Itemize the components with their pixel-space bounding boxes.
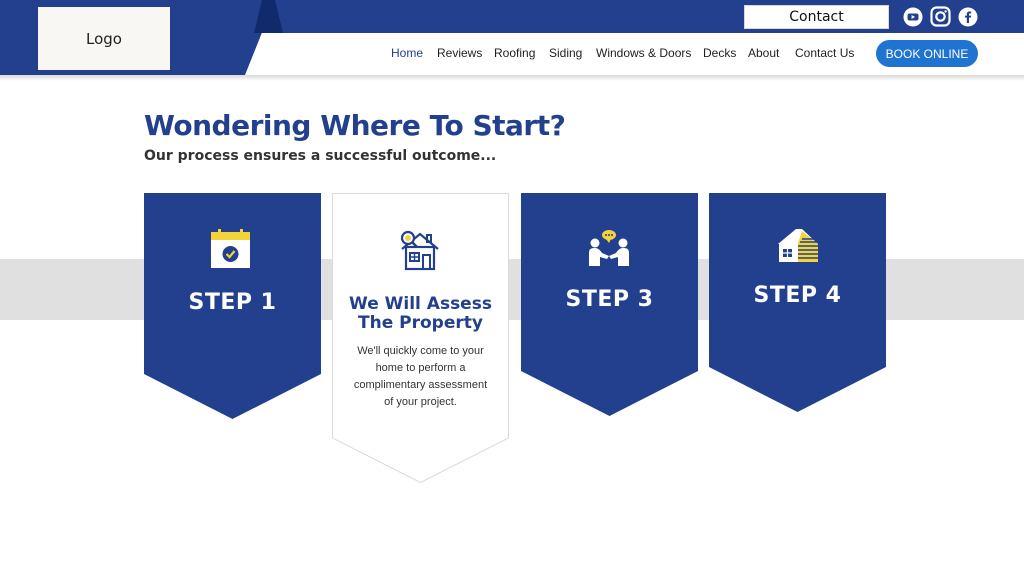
nav-roofing[interactable]: Roofing: [494, 46, 535, 62]
step-title: We Will Assess The Property: [349, 294, 492, 333]
handshake-chat-icon: [589, 230, 629, 266]
page-subtitle: Our process ensures a successful outcome…: [144, 148, 497, 164]
nav-about[interactable]: About: [748, 46, 779, 62]
step-card-3[interactable]: STEP 3: [521, 193, 698, 416]
facebook-icon[interactable]: [958, 7, 978, 27]
nav-home[interactable]: Home: [391, 46, 423, 62]
house-siding-icon: [778, 229, 818, 262]
nav-siding[interactable]: Siding: [549, 46, 582, 62]
instagram-icon[interactable]: [930, 6, 951, 27]
calendar-check-icon: [211, 229, 250, 268]
book-online-button[interactable]: BOOK ONLINE: [876, 40, 978, 67]
page-title: Wondering Where To Start?: [144, 109, 566, 142]
nav-decks[interactable]: Decks: [703, 46, 736, 62]
step-card-2[interactable]: We Will Assess The Property We'll quickl…: [332, 193, 509, 483]
step-label: STEP 4: [753, 283, 842, 308]
step-card-1[interactable]: STEP 1: [144, 193, 321, 419]
house-search-icon: [400, 230, 439, 271]
nav-contact-us[interactable]: Contact Us: [795, 46, 854, 62]
header-shadow: [0, 75, 1024, 81]
youtube-icon[interactable]: [903, 7, 923, 27]
step-description: We'll quickly come to your home to perfo…: [353, 345, 488, 408]
logo[interactable]: Logo: [38, 7, 170, 70]
step-label: STEP 1: [188, 290, 277, 315]
step-card-4[interactable]: STEP 4: [709, 193, 886, 412]
nav-reviews[interactable]: Reviews: [437, 46, 482, 62]
contact-button[interactable]: Contact: [744, 5, 889, 29]
nav-windows-doors[interactable]: Windows & Doors: [596, 46, 691, 62]
step-label: STEP 3: [565, 287, 654, 312]
